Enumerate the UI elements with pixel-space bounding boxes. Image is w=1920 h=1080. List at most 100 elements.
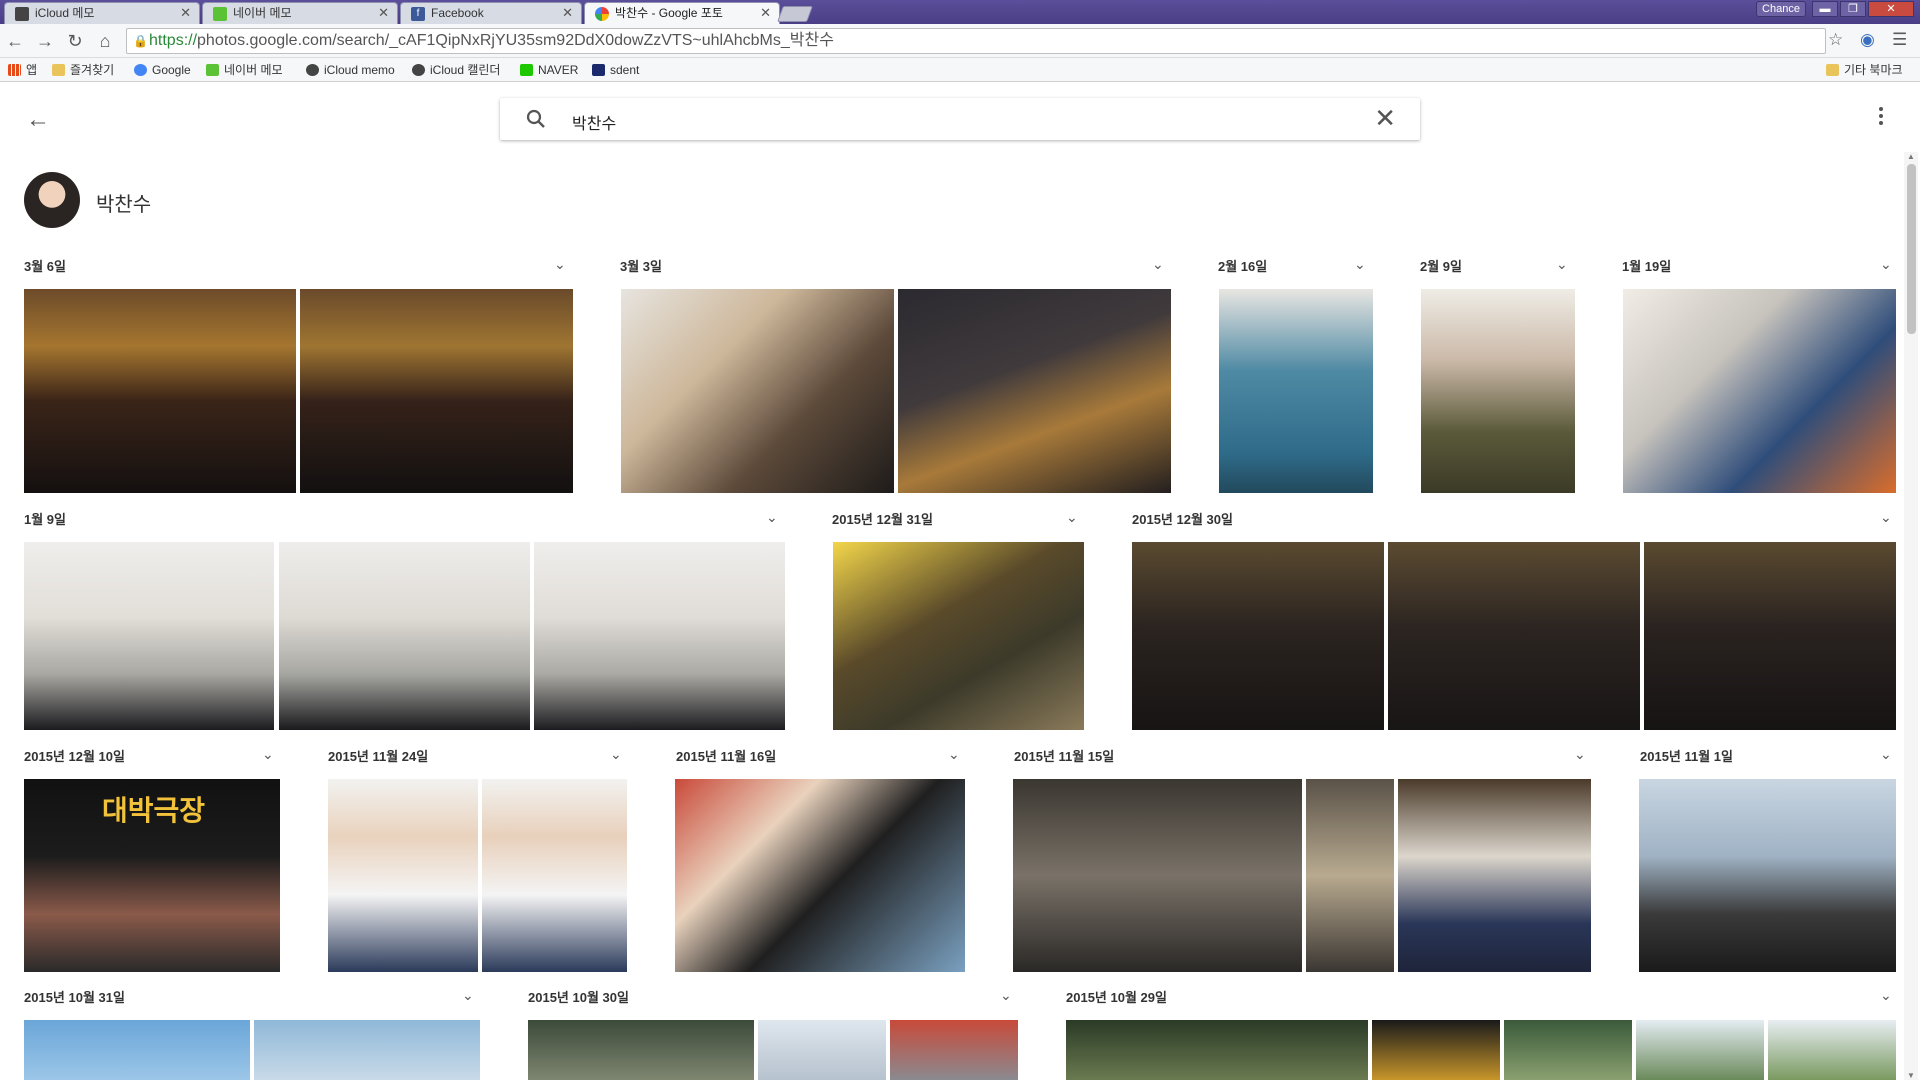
photo-thumbnail[interactable] <box>1639 779 1896 972</box>
photo-thumbnail[interactable] <box>1013 779 1302 972</box>
tab-naver-memo[interactable]: 네이버 메모 ✕ <box>202 2 398 24</box>
new-tab-button[interactable] <box>777 6 813 22</box>
bookmark-sdent[interactable]: sdent <box>592 62 639 78</box>
chevron-down-icon[interactable]: ⌄ <box>1000 987 1012 1004</box>
naver-memo-icon <box>206 64 219 76</box>
photo-thumbnail[interactable] <box>1421 289 1575 493</box>
chevron-down-icon[interactable]: ⌄ <box>948 746 960 763</box>
chevron-down-icon[interactable]: ⌄ <box>1354 256 1366 273</box>
scrollbar[interactable]: ▲ ▼ <box>1904 152 1918 1080</box>
extension-icon[interactable]: ◉ <box>1860 30 1875 50</box>
tab-close-icon[interactable]: ✕ <box>378 3 389 23</box>
address-bar[interactable]: 🔒 https://photos.google.com/search/_cAF1… <box>126 28 1826 54</box>
bookmark-label: 네이버 메모 <box>224 63 283 77</box>
chevron-down-icon[interactable]: ⌄ <box>262 746 274 763</box>
star-icon[interactable]: ☆ <box>1828 30 1843 50</box>
scroll-down-icon[interactable]: ▼ <box>1907 1071 1915 1080</box>
photo-thumbnail[interactable] <box>528 1020 754 1080</box>
lock-icon: 🔒 <box>133 34 148 48</box>
scroll-up-icon[interactable]: ▲ <box>1907 152 1915 161</box>
bookmark-apps[interactable]: 앱 <box>8 62 37 78</box>
bookmark-other[interactable]: 기타 북마크 <box>1826 62 1903 78</box>
reload-icon[interactable]: ↻ <box>64 30 86 52</box>
bookmark-google[interactable]: Google <box>134 62 191 78</box>
photo-thumbnail[interactable] <box>1768 1020 1896 1080</box>
google-icon <box>134 64 147 76</box>
search-bar[interactable]: 박찬수 ✕ <box>500 98 1420 140</box>
chevron-down-icon[interactable]: ⌄ <box>1574 746 1586 763</box>
photo-thumbnail[interactable] <box>1306 779 1394 972</box>
tab-close-icon[interactable]: ✕ <box>180 3 191 23</box>
bookmark-label: NAVER <box>538 63 579 77</box>
search-input[interactable]: 박찬수 <box>572 110 616 134</box>
chevron-down-icon[interactable]: ⌄ <box>610 746 622 763</box>
menu-icon[interactable]: ☰ <box>1892 30 1907 50</box>
photo-thumbnail[interactable]: 대박극장 <box>24 779 280 972</box>
url-text: photos.google.com/search/_cAF1QipNxRjYU3… <box>197 32 834 49</box>
close-icon[interactable]: ✕ <box>1374 105 1396 131</box>
photo-thumbnail[interactable] <box>1219 289 1373 493</box>
chevron-down-icon[interactable]: ⌄ <box>1880 987 1892 1004</box>
back-icon[interactable]: ← <box>4 30 26 52</box>
photo-thumbnail[interactable] <box>1504 1020 1632 1080</box>
chevron-down-icon[interactable]: ⌄ <box>1880 256 1892 273</box>
photo-thumbnail[interactable] <box>300 289 573 493</box>
bookmark-icloud-memo[interactable]: iCloud memo <box>306 62 395 78</box>
tab-facebook[interactable]: f Facebook ✕ <box>400 2 582 24</box>
photo-thumbnail[interactable] <box>24 542 274 730</box>
bookmarks-bar: 앱 즐겨찾기 Google 네이버 메모 iCloud memo iCloud … <box>0 58 1920 82</box>
group-date: 2015년 11월 16일 <box>676 749 777 764</box>
bookmark-icloud-calendar[interactable]: iCloud 캘린더 <box>412 62 500 78</box>
forward-icon[interactable]: → <box>34 30 56 52</box>
photo-thumbnail[interactable] <box>279 542 530 730</box>
minimize-button[interactable]: ▬ <box>1812 1 1838 17</box>
bookmark-label: Google <box>152 63 191 77</box>
home-icon[interactable]: ⌂ <box>94 30 116 52</box>
photo-thumbnail[interactable] <box>1132 542 1384 730</box>
photo-thumbnail[interactable] <box>833 542 1084 730</box>
photo-thumbnail[interactable] <box>1623 289 1896 493</box>
photo-thumbnail[interactable] <box>675 779 965 972</box>
photo-thumbnail[interactable] <box>1644 542 1896 730</box>
photo-thumbnail[interactable] <box>328 779 478 972</box>
chevron-down-icon[interactable]: ⌄ <box>1880 746 1892 763</box>
chevron-down-icon[interactable]: ⌄ <box>766 509 778 526</box>
avatar[interactable] <box>24 172 80 228</box>
apple-icon <box>412 64 425 76</box>
chevron-down-icon[interactable]: ⌄ <box>1066 509 1078 526</box>
photo-thumbnail[interactable] <box>898 289 1171 493</box>
tab-google-photos[interactable]: 박찬수 - Google 포토 ✕ <box>584 2 780 24</box>
profile-badge[interactable]: Chance <box>1756 1 1806 17</box>
close-window-button[interactable]: ✕ <box>1868 1 1914 17</box>
photo-thumbnail[interactable] <box>1636 1020 1764 1080</box>
bookmark-naver[interactable]: NAVER <box>520 62 578 78</box>
bookmark-naver-memo[interactable]: 네이버 메모 <box>206 62 283 78</box>
sdent-icon <box>592 64 605 76</box>
chevron-down-icon[interactable]: ⌄ <box>554 256 566 273</box>
tab-icloud-memo[interactable]: iCloud 메모 ✕ <box>4 2 200 24</box>
photo-thumbnail[interactable] <box>890 1020 1018 1080</box>
chevron-down-icon[interactable]: ⌄ <box>1880 509 1892 526</box>
photo-thumbnail[interactable] <box>534 542 785 730</box>
photo-thumbnail[interactable] <box>482 779 627 972</box>
photo-thumbnail[interactable] <box>621 289 894 493</box>
photo-thumbnail[interactable] <box>24 1020 250 1080</box>
more-options-icon[interactable] <box>1876 104 1886 128</box>
bookmark-favorites[interactable]: 즐겨찾기 <box>52 62 114 78</box>
chevron-down-icon[interactable]: ⌄ <box>1556 256 1568 273</box>
chevron-down-icon[interactable]: ⌄ <box>462 987 474 1004</box>
tab-close-icon[interactable]: ✕ <box>760 3 771 23</box>
maximize-button[interactable]: ❐ <box>1840 1 1866 17</box>
photo-thumbnail[interactable] <box>1066 1020 1368 1080</box>
tab-close-icon[interactable]: ✕ <box>562 3 573 23</box>
photo-thumbnail[interactable] <box>1372 1020 1500 1080</box>
photo-thumbnail[interactable] <box>1388 542 1640 730</box>
scrollbar-thumb[interactable] <box>1907 164 1916 334</box>
photo-thumbnail[interactable] <box>758 1020 886 1080</box>
group-date: 2015년 11월 1일 <box>1640 749 1733 764</box>
photo-thumbnail[interactable] <box>24 289 296 493</box>
photo-thumbnail[interactable] <box>254 1020 480 1080</box>
back-arrow-icon[interactable]: ← <box>26 106 50 134</box>
photo-thumbnail[interactable] <box>1398 779 1591 972</box>
chevron-down-icon[interactable]: ⌄ <box>1152 256 1164 273</box>
